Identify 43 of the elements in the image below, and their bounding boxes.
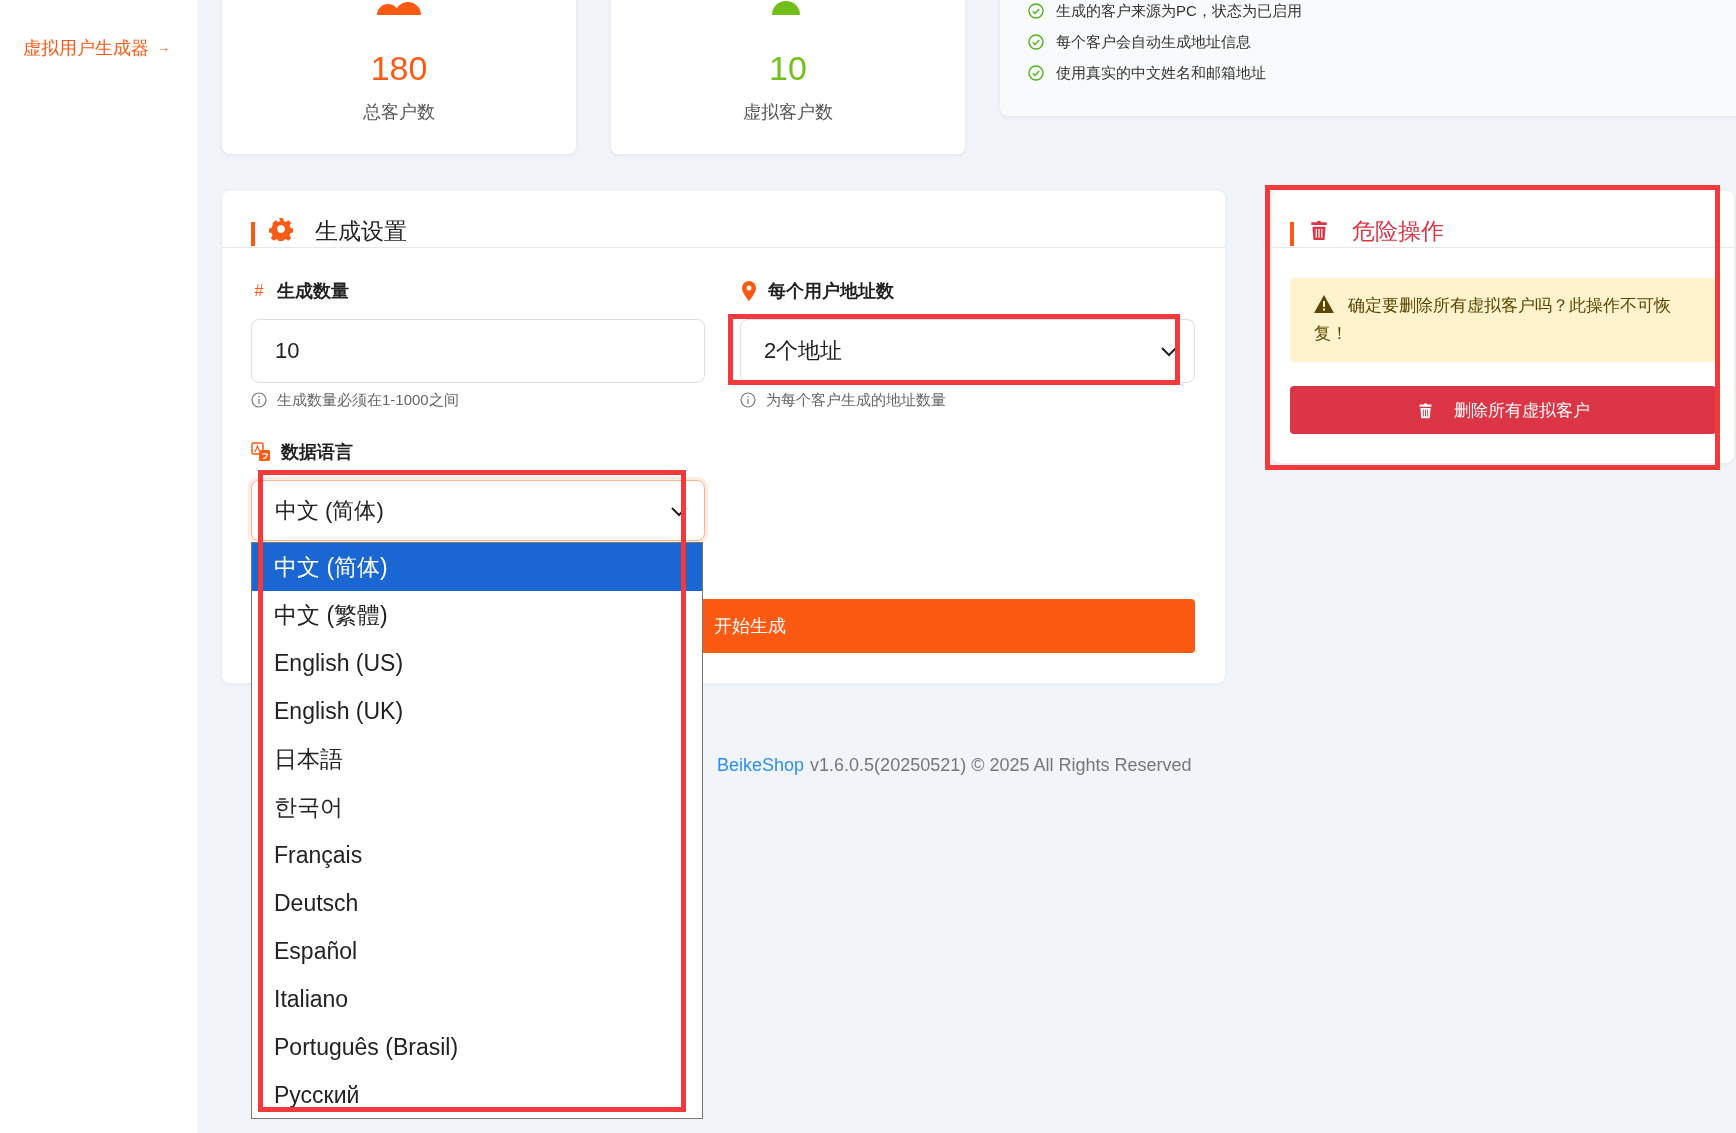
dropdown-option[interactable]: 中文 (简体) (252, 543, 702, 591)
field-label: 每个用户地址数 (768, 280, 894, 303)
dropdown-option[interactable]: Deutsch (252, 879, 702, 927)
note-text: 每个客户会自动生成地址信息 (1056, 32, 1251, 52)
language-select[interactable]: 中文 (简体) (251, 480, 705, 541)
dropdown-option[interactable]: Русский (252, 1071, 702, 1118)
warning-icon (1314, 295, 1334, 313)
dropdown-option[interactable]: Italiano (252, 975, 702, 1023)
trash-icon (1308, 219, 1330, 241)
info-icon (251, 392, 267, 408)
note-text: 使用真实的中文姓名和邮箱地址 (1056, 63, 1266, 83)
translate-icon (251, 442, 271, 462)
copyright-text: v1.6.0.5(20250521) © 2025 All Rights Reserved (810, 754, 1192, 777)
map-pin-icon (740, 281, 758, 301)
delete-all-button[interactable]: 删除所有虚拟客户 (1290, 386, 1716, 434)
field-label: 数据语言 (281, 441, 353, 464)
check-circle-icon (1028, 64, 1044, 81)
dropdown-option[interactable]: 한국어 (252, 783, 702, 831)
stat-label: 虚拟客户数 (743, 101, 833, 124)
check-circle-icon (1028, 2, 1044, 19)
chevron-down-icon (1160, 345, 1178, 357)
hash-icon: # (251, 279, 267, 303)
section-title: 生成设置 (315, 217, 407, 246)
gear-icon (269, 217, 293, 241)
warning-alert: 确定要删除所有虚拟客户吗？此操作不可恢复！ (1290, 278, 1716, 362)
hint-text: 生成数量必须在1-1000之间 (277, 391, 459, 409)
note-text: 生成的客户来源为PC，状态为已启用 (1056, 1, 1302, 21)
stat-label: 总客户数 (363, 101, 435, 124)
dropdown-option[interactable]: Español (252, 927, 702, 975)
dropdown-option[interactable]: Français (252, 831, 702, 879)
check-circle-icon (1028, 33, 1044, 50)
field-label: 生成数量 (277, 280, 349, 303)
address-select[interactable]: 2个地址 (740, 319, 1195, 383)
chevron-down-icon (670, 504, 688, 517)
stat-value: 180 (370, 48, 428, 88)
quantity-input[interactable]: 10 (251, 319, 705, 383)
stat-value: 10 (769, 48, 807, 88)
info-icon (740, 392, 756, 408)
dropdown-option[interactable]: Português (Brasil) (252, 1023, 702, 1071)
hint-text: 为每个客户生成的地址数量 (766, 391, 946, 409)
section-title: 危险操作 (1352, 217, 1444, 246)
dropdown-option[interactable]: English (UK) (252, 687, 702, 735)
dropdown-option[interactable]: 日本語 (252, 735, 702, 783)
